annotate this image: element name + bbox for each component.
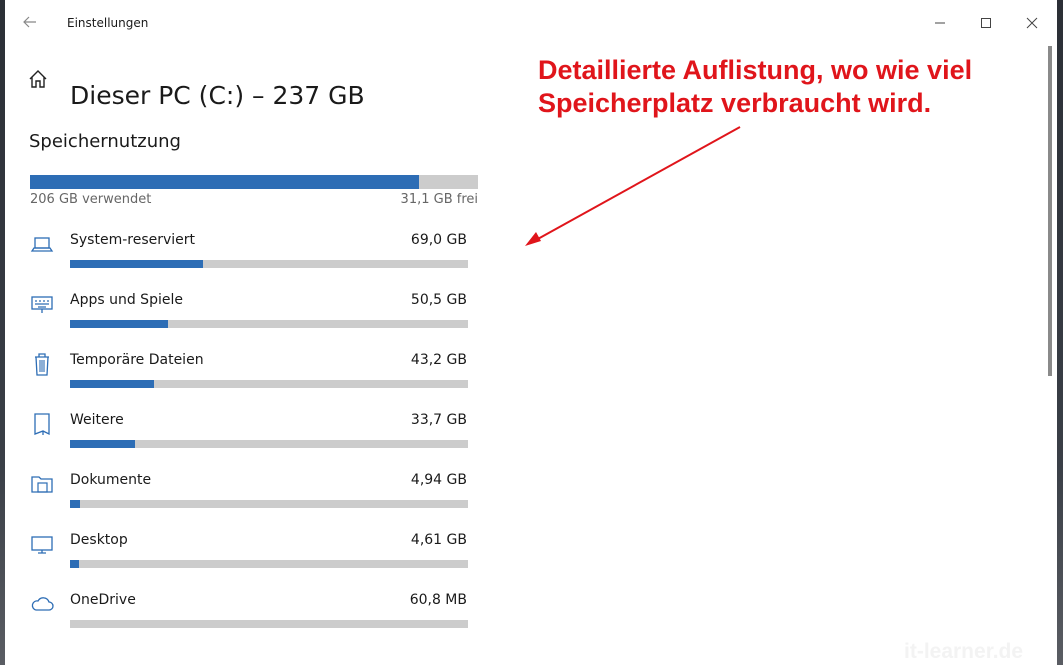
settings-window: Einstellungen Dieser PC (C:) – 237 GB Sp… xyxy=(5,0,1057,665)
watermark: it-learner.de xyxy=(904,640,1024,663)
annotation-arrow-icon xyxy=(525,126,741,246)
